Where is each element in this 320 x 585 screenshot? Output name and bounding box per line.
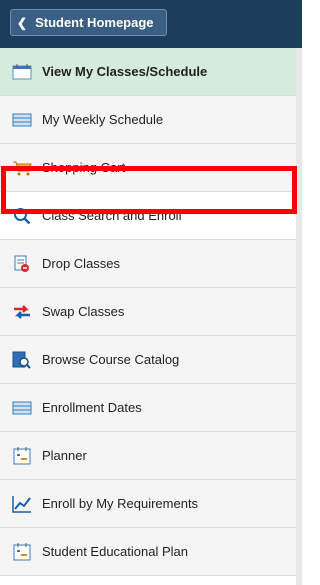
weekly-schedule-icon — [12, 111, 32, 129]
nav-item-label: Browse Course Catalog — [42, 352, 180, 367]
nav-item-planner[interactable]: Planner — [0, 432, 302, 480]
sidebar-nav: View My Classes/Schedule My Weekly Sched… — [0, 48, 302, 576]
nav-item-drop-classes[interactable]: Drop Classes — [0, 240, 302, 288]
nav-item-label: Drop Classes — [42, 256, 121, 271]
scrollbar-track[interactable] — [296, 48, 302, 585]
nav-item-enroll-by-my-requirements[interactable]: Enroll by My Requirements — [0, 480, 302, 528]
enrollment-dates-icon — [12, 399, 32, 417]
swap-icon — [12, 303, 32, 321]
nav-item-class-search-and-enroll[interactable]: Class Search and Enroll — [0, 192, 302, 240]
nav-item-label: My Weekly Schedule — [42, 112, 164, 127]
educational-plan-icon — [12, 542, 32, 561]
nav-item-browse-course-catalog[interactable]: Browse Course Catalog — [0, 336, 302, 384]
nav-item-label: Class Search and Enroll — [42, 208, 182, 223]
nav-item-label: Planner — [42, 448, 87, 463]
nav-item-label: Student Educational Plan — [42, 544, 188, 559]
calendar-icon — [12, 63, 32, 81]
planner-icon — [12, 446, 32, 465]
nav-item-label: Enroll by My Requirements — [42, 496, 199, 511]
nav-item-shopping-cart[interactable]: Shopping Cart — [0, 144, 302, 192]
nav-item-swap-classes[interactable]: Swap Classes — [0, 288, 302, 336]
nav-item-view-my-classes[interactable]: View My Classes/Schedule — [0, 48, 302, 96]
chart-icon — [12, 495, 32, 513]
nav-item-label: Swap Classes — [42, 304, 125, 319]
drop-icon — [12, 255, 32, 273]
chevron-left-icon: ❮ — [17, 15, 28, 30]
shopping-cart-icon — [12, 159, 32, 177]
top-bar: ❮ Student Homepage — [0, 0, 302, 48]
nav-item-student-educational-plan[interactable]: Student Educational Plan — [0, 528, 302, 576]
nav-item-enrollment-dates[interactable]: Enrollment Dates — [0, 384, 302, 432]
nav-item-label: View My Classes/Schedule — [42, 64, 208, 79]
nav-item-label: Shopping Cart — [42, 160, 126, 175]
nav-item-weekly-schedule[interactable]: My Weekly Schedule — [0, 96, 302, 144]
back-to-student-homepage-button[interactable]: ❮ Student Homepage — [10, 9, 167, 36]
nav-item-label: Enrollment Dates — [42, 400, 142, 415]
back-button-label: Student Homepage — [35, 15, 154, 30]
search-icon — [12, 207, 32, 225]
catalog-icon — [12, 351, 32, 369]
